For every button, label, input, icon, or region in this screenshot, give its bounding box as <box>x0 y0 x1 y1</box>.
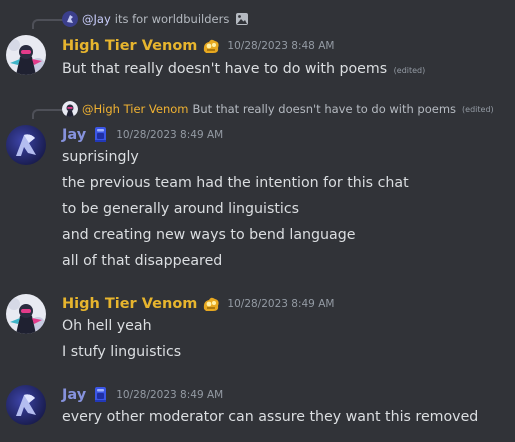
reply-reference[interactable]: @High Tier Venom But that really doesn't… <box>62 100 494 118</box>
message-text: the previous team had the intention for … <box>62 175 409 191</box>
book-badge-icon <box>90 126 110 144</box>
avatar[interactable] <box>6 294 46 334</box>
username[interactable]: Jay <box>62 385 86 405</box>
message-header: Jay 10/28/2023 8:49 AM <box>62 125 223 145</box>
book-badge-icon <box>90 386 110 404</box>
reply-mention[interactable]: @Jay <box>82 12 111 26</box>
message-header: High Tier Venom 10/28/2023 8:48 AM <box>62 36 334 56</box>
message-header: Jay 10/28/2023 8:49 AM <box>62 385 223 405</box>
gold-badge-icon <box>201 295 221 313</box>
timestamp: 10/28/2023 8:49 AM <box>116 129 224 141</box>
timestamp: 10/28/2023 8:49 AM <box>227 298 335 310</box>
message-text: I stufy linguistics <box>62 344 182 360</box>
reply-connector <box>32 19 64 29</box>
reply-mention[interactable]: @High Tier Venom <box>82 102 189 116</box>
message-text: all of that disappeared <box>62 253 223 269</box>
username[interactable]: High Tier Venom <box>62 294 197 314</box>
username[interactable]: High Tier Venom <box>62 36 197 56</box>
message-text: and creating new ways to bend language <box>62 227 356 243</box>
edited-tag: (edited) <box>462 104 494 114</box>
username[interactable]: Jay <box>62 125 86 145</box>
reply-reference[interactable]: @Jay its for worldbuilders <box>62 10 249 28</box>
timestamp: 10/28/2023 8:48 AM <box>227 40 335 52</box>
message-text: suprisingly <box>62 149 139 165</box>
timestamp: 10/28/2023 8:49 AM <box>116 389 224 401</box>
message-text: every other moderator can assure they wa… <box>62 409 479 425</box>
edited-tag: (edited) <box>393 66 426 75</box>
gold-badge-icon <box>201 37 221 55</box>
message-header: High Tier Venom 10/28/2023 8:49 AM <box>62 294 334 314</box>
avatar[interactable] <box>6 35 46 75</box>
reply-connector <box>32 109 64 119</box>
avatar[interactable] <box>6 125 46 165</box>
reply-text: its for worldbuilders <box>114 12 230 26</box>
message-text: But that really doesn't have to do with … <box>62 61 426 77</box>
image-icon <box>235 12 249 26</box>
avatar[interactable] <box>6 385 46 425</box>
reply-avatar <box>62 11 78 27</box>
reply-avatar <box>62 101 78 117</box>
message-text: to be generally around linguistics <box>62 201 300 217</box>
message-text: Oh hell yeah <box>62 318 152 334</box>
reply-text: But that really doesn't have to do with … <box>192 102 457 116</box>
